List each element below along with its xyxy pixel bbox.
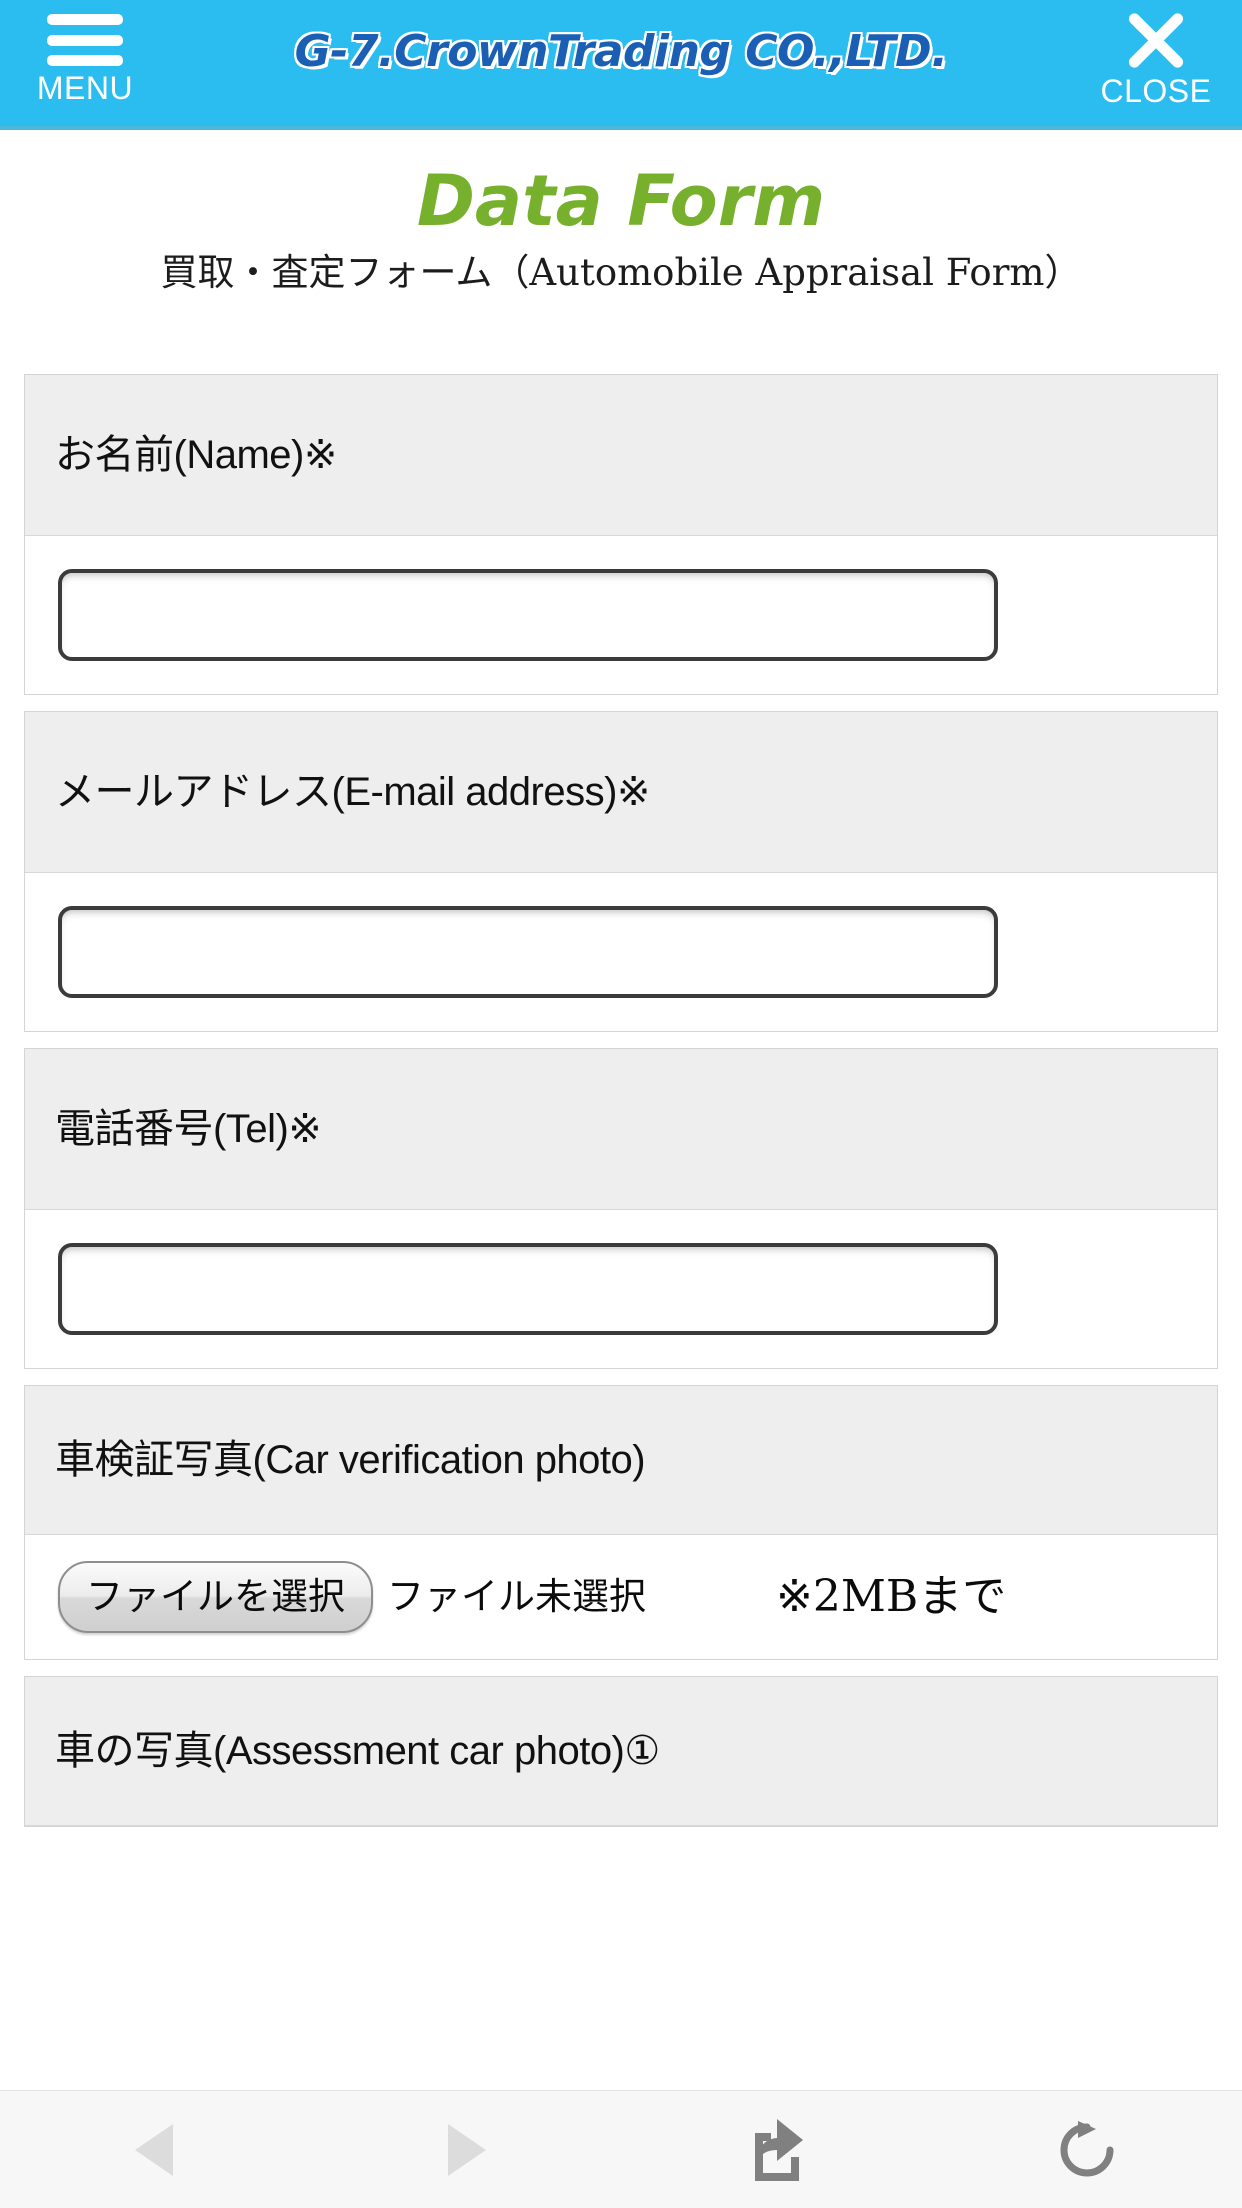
form-group-tel: 電話番号(Tel)※: [24, 1048, 1218, 1369]
triangle-left-icon: [135, 2123, 174, 2176]
field-label-tel: 電話番号(Tel)※: [25, 1049, 1217, 1210]
forward-button[interactable]: [311, 2091, 622, 2208]
field-body-tel: [25, 1210, 1217, 1368]
file-status-text: ファイル未選択: [387, 1575, 646, 1618]
reload-button[interactable]: [932, 2091, 1242, 2208]
form-group-assessment-car-photo-1: 車の写真(Assessment car photo)①: [24, 1676, 1218, 1827]
tel-input[interactable]: [58, 1243, 998, 1335]
close-button-label: CLOSE: [1100, 73, 1212, 109]
back-button[interactable]: [0, 2091, 311, 2208]
triangle-right-icon: [447, 2123, 486, 2176]
page-title: Data Form: [416, 160, 826, 242]
file-size-note: ※2MBまで: [776, 1571, 1007, 1622]
email-input[interactable]: [58, 906, 998, 998]
field-body-car-verification-photo: ファイルを選択 ファイル未選択 ※2MBまで: [25, 1535, 1217, 1659]
form-group-name: お名前(Name)※: [24, 374, 1218, 695]
share-button[interactable]: [621, 2091, 932, 2208]
field-label-car-verification-photo: 車検証写真(Car verification photo): [25, 1386, 1217, 1535]
reload-icon: [1060, 2120, 1114, 2176]
appraisal-form: お名前(Name)※ メールアドレス(E-mail address)※ 電話番号…: [24, 374, 1218, 1843]
site-logo[interactable]: G-7.CrownTrading CO.,LTD.: [0, 26, 1242, 77]
field-label-assessment-car-photo-1: 車の写真(Assessment car photo)①: [25, 1677, 1217, 1826]
field-body-email: [25, 873, 1217, 1031]
close-button[interactable]: CLOSE: [1096, 11, 1216, 109]
page-root: MENU G-7.CrownTrading CO.,LTD. CLOSE Dat…: [0, 0, 1242, 2208]
title-section: Data Form 買取・査定フォーム（Automobile Appraisal…: [0, 130, 1242, 296]
form-group-email: メールアドレス(E-mail address)※: [24, 711, 1218, 1032]
choose-file-button[interactable]: ファイルを選択: [58, 1561, 373, 1633]
field-label-email: メールアドレス(E-mail address)※: [25, 712, 1217, 873]
page-subtitle: 買取・査定フォーム（Automobile Appraisal Form）: [160, 251, 1082, 294]
browser-toolbar: [0, 2090, 1242, 2208]
name-input[interactable]: [58, 569, 998, 661]
site-header: MENU G-7.CrownTrading CO.,LTD. CLOSE: [0, 0, 1242, 130]
field-label-name: お名前(Name)※: [25, 375, 1217, 536]
form-group-car-verification-photo: 車検証写真(Car verification photo) ファイルを選択 ファ…: [24, 1385, 1218, 1660]
close-x-icon: [1125, 11, 1187, 70]
field-body-name: [25, 536, 1217, 694]
share-icon: [755, 2118, 804, 2181]
